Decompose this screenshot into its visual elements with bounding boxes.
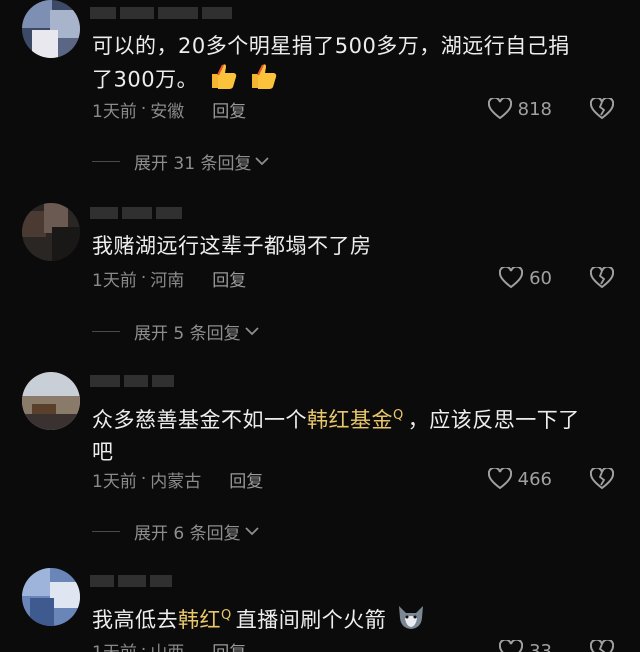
comment-text: 可以的，20多个明星捐了500多万，湖远行自己捐 了300万。 xyxy=(92,30,616,99)
comment-text: 我高低去韩红Q 直播间刷个火箭 xyxy=(92,600,616,639)
like-count: 33 xyxy=(529,640,552,652)
heart-icon xyxy=(499,267,524,289)
avatar[interactable] xyxy=(22,203,80,261)
comment-time: 1天前 xyxy=(92,471,137,492)
comment-time: 1天前 xyxy=(92,270,137,291)
comment-text: 我赌湖远行这辈子都塌不了房 xyxy=(92,234,372,258)
comment-text-line: 众多慈善基金不如一个韩红基金Q ，应该反思一下了 xyxy=(92,408,580,432)
username-blurred[interactable] xyxy=(90,206,250,220)
search-highlight-link[interactable]: 韩红基金 xyxy=(307,408,393,432)
like-button[interactable]: 60 xyxy=(499,265,552,291)
broken-heart-icon[interactable] xyxy=(590,468,614,490)
username-blurred[interactable] xyxy=(90,574,250,588)
expand-replies-button[interactable]: 展开 6 条回复 xyxy=(92,519,259,544)
avatar[interactable] xyxy=(22,0,80,58)
reply-button[interactable]: 回复 xyxy=(212,266,246,291)
wolf-emoji xyxy=(396,604,426,639)
thumbs-up-emoji xyxy=(248,62,278,99)
comment-text-line: 可以的，20多个明星捐了500多万，湖远行自己捐 xyxy=(92,34,570,58)
heart-icon xyxy=(487,468,512,490)
like-button[interactable]: 33 xyxy=(499,638,552,652)
thumbs-up-emoji xyxy=(208,62,238,99)
like-count: 466 xyxy=(517,468,552,490)
broken-heart-icon[interactable] xyxy=(590,640,614,652)
search-icon[interactable]: Q xyxy=(221,608,232,623)
heart-icon xyxy=(487,98,512,120)
comment-text-line: 吧 xyxy=(92,440,114,464)
chevron-down-icon xyxy=(244,527,259,536)
expand-replies-label: 展开 5 条回复 xyxy=(134,323,241,344)
search-icon[interactable]: Q xyxy=(393,408,404,423)
search-highlight-link[interactable]: 韩红 xyxy=(178,608,221,632)
reply-button[interactable]: 回复 xyxy=(229,467,263,492)
comment-meta: 1天前 · 河南 回复 xyxy=(92,266,246,291)
comment-feed: 可以的，20多个明星捐了500多万，湖远行自己捐 了300万。 1天前 · 安徽… xyxy=(0,0,640,652)
comment-time: 1天前 xyxy=(92,101,137,122)
username-blurred[interactable] xyxy=(90,374,250,388)
comment-time: 1天前 xyxy=(92,638,137,652)
avatar[interactable] xyxy=(22,372,80,430)
comment-meta: 1天前 · 山西 回复 xyxy=(92,638,246,652)
chevron-down-icon xyxy=(244,327,259,336)
like-button[interactable]: 818 xyxy=(487,96,552,122)
expand-replies-label: 展开 6 条回复 xyxy=(134,523,241,544)
broken-heart-icon[interactable] xyxy=(590,98,614,120)
expand-replies-button[interactable]: 展开 31 条回复 xyxy=(92,149,270,174)
like-button[interactable]: 466 xyxy=(487,466,552,492)
comment-location: 内蒙古 xyxy=(150,471,202,492)
username-blurred[interactable] xyxy=(90,6,250,20)
comment-location: 山西 xyxy=(150,638,184,652)
comment-meta: 1天前 · 内蒙古 回复 xyxy=(92,467,263,492)
broken-heart-icon[interactable] xyxy=(590,267,614,289)
like-count: 818 xyxy=(517,98,552,120)
expand-replies-button[interactable]: 展开 5 条回复 xyxy=(92,319,259,344)
avatar[interactable] xyxy=(22,568,80,626)
comment-location: 安徽 xyxy=(150,101,185,122)
comment-text: 众多慈善基金不如一个韩红基金Q ，应该反思一下了 吧 xyxy=(92,400,616,468)
expand-replies-label: 展开 31 条回复 xyxy=(134,153,252,174)
reply-button[interactable]: 回复 xyxy=(212,638,246,652)
reply-button[interactable]: 回复 xyxy=(212,97,246,122)
comment-location: 河南 xyxy=(150,270,185,291)
comment-text-line: 了300万。 xyxy=(92,62,616,99)
heart-icon xyxy=(499,640,524,652)
like-count: 60 xyxy=(529,267,552,289)
comment-meta: 1天前 · 安徽 回复 xyxy=(92,97,246,122)
chevron-down-icon xyxy=(255,157,270,166)
